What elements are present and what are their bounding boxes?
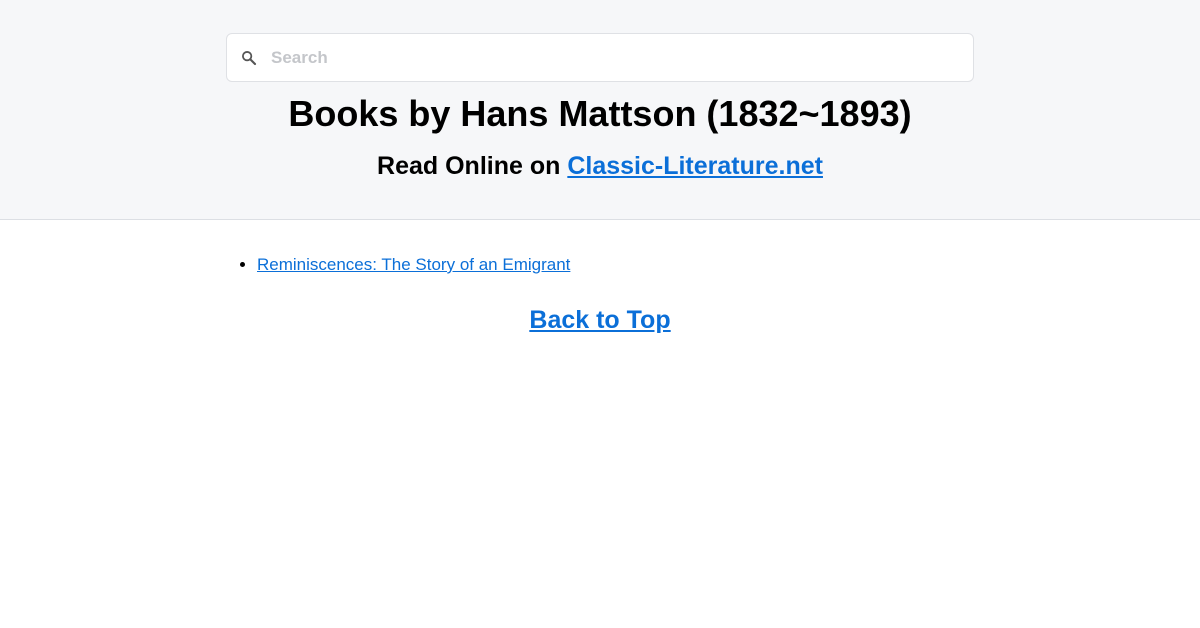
- subtitle: Read Online on Classic-Literature.net: [0, 150, 1200, 182]
- search-icon: [242, 51, 257, 66]
- book-link[interactable]: Reminiscences: The Story of an Emigrant: [257, 255, 570, 274]
- back-to-top-link[interactable]: Back to Top: [529, 306, 670, 334]
- page-title: Books by Hans Mattson (1832~1893): [288, 93, 912, 134]
- main-content: Reminiscences: The Story of an Emigrant …: [0, 220, 1200, 627]
- site-link[interactable]: Classic-Literature.net: [567, 152, 823, 180]
- page-header: Books by Hans Mattson (1832~1893) Read O…: [0, 0, 1200, 220]
- search-input[interactable]: [269, 34, 961, 81]
- search-box[interactable]: [226, 33, 974, 82]
- subtitle-prefix: Read Online on: [377, 152, 568, 180]
- book-list: Reminiscences: The Story of an Emigrant: [217, 254, 570, 276]
- back-to-top-container: Back to Top: [0, 304, 1200, 336]
- list-item: Reminiscences: The Story of an Emigrant: [257, 254, 570, 276]
